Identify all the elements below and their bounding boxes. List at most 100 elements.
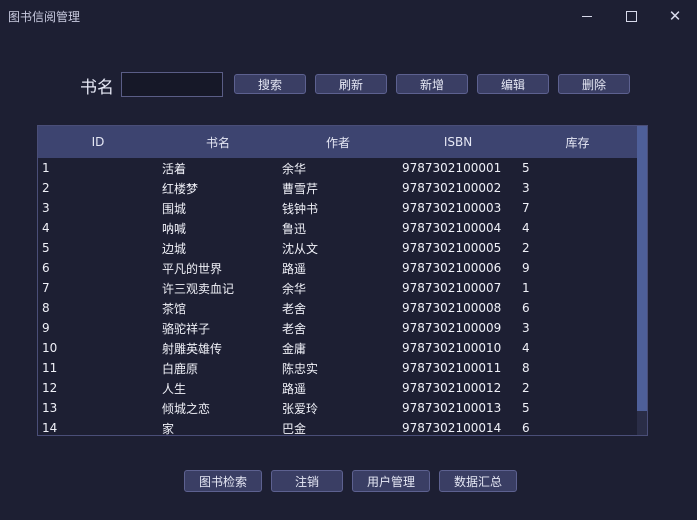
- table-row[interactable]: 4 呐喊 鲁迅 9787302100004 4: [38, 218, 637, 238]
- cell-author: 老舍: [282, 321, 307, 336]
- column-header-title[interactable]: 书名: [158, 126, 278, 158]
- cell-author: 钱钟书: [282, 201, 319, 216]
- add-button[interactable]: 新增: [396, 74, 468, 94]
- cell-author: 陈忠实: [282, 361, 319, 376]
- table-row[interactable]: 8 茶馆 老舍 9787302100008 6: [38, 298, 637, 318]
- table-row[interactable]: 5 边城 沈从文 9787302100005 2: [38, 238, 637, 258]
- cell-isbn: 9787302100010: [402, 341, 502, 355]
- cell-stock: 1: [522, 281, 530, 295]
- search-label: 书名: [80, 78, 114, 98]
- table-row[interactable]: 6 平凡的世界 路遥 9787302100006 9: [38, 258, 637, 278]
- cell-author: 巴金: [282, 421, 307, 436]
- cell-id: 10: [42, 341, 58, 355]
- cell-title: 白鹿原: [162, 361, 199, 376]
- cell-title: 红楼梦: [162, 181, 199, 196]
- cell-isbn: 9787302100001: [402, 161, 502, 175]
- data-summary-button[interactable]: 数据汇总: [439, 470, 517, 492]
- cell-author: 老舍: [282, 301, 307, 316]
- cell-title: 射雕英雄传: [162, 341, 223, 356]
- cell-title: 呐喊: [162, 221, 187, 236]
- table-row[interactable]: 13 倾城之恋 张爱玲 9787302100013 5: [38, 398, 637, 418]
- maximize-button[interactable]: [616, 4, 646, 28]
- cell-isbn: 9787302100011: [402, 361, 502, 375]
- cell-id: 2: [42, 181, 50, 195]
- minimize-button[interactable]: [572, 4, 602, 28]
- cell-author: 路遥: [282, 261, 307, 276]
- cell-stock: 5: [522, 161, 530, 175]
- close-button[interactable]: ✕: [660, 4, 690, 28]
- column-header-id[interactable]: ID: [38, 126, 158, 158]
- search-button[interactable]: 搜索: [234, 74, 306, 94]
- cell-title: 骆驼祥子: [162, 321, 211, 336]
- table-row[interactable]: 2 红楼梦 曹雪芹 9787302100002 3: [38, 178, 637, 198]
- cell-title: 围城: [162, 201, 187, 216]
- cell-title: 许三观卖血记: [162, 281, 235, 296]
- app-window: 图书信阅管理 ✕ 书名 搜索 刷新 新增 编辑 删除 ID 书名 作者 ISBN…: [0, 0, 697, 520]
- scrollbar-thumb[interactable]: [637, 126, 647, 411]
- cell-title: 家: [162, 421, 175, 436]
- cell-id: 1: [42, 161, 50, 175]
- cell-stock: 6: [522, 301, 530, 315]
- table-row[interactable]: 14 家 巴金 9787302100014 6: [38, 418, 637, 436]
- cell-title: 茶馆: [162, 301, 187, 316]
- table-scrollbar[interactable]: [637, 126, 647, 435]
- refresh-button[interactable]: 刷新: [315, 74, 387, 94]
- cell-title: 平凡的世界: [162, 261, 223, 276]
- cell-author: 余华: [282, 281, 307, 296]
- cell-stock: 4: [522, 341, 530, 355]
- cell-stock: 4: [522, 221, 530, 235]
- cell-author: 路遥: [282, 381, 307, 396]
- table-body: 1 活着 余华 9787302100001 5 2 红楼梦 曹雪芹 9787302100002…: [38, 158, 637, 436]
- cell-stock: 3: [522, 321, 530, 335]
- book-table[interactable]: ID 书名 作者 ISBN 库存 1 活着 余华 9787302100001 5 2 红楼…: [37, 125, 648, 436]
- column-header-stock[interactable]: 库存: [518, 126, 637, 158]
- cell-stock: 3: [522, 181, 530, 195]
- cell-title: 活着: [162, 161, 187, 176]
- cell-stock: 9: [522, 261, 530, 275]
- cell-isbn: 9787302100013: [402, 401, 502, 415]
- cell-id: 14: [42, 421, 58, 435]
- cell-isbn: 9787302100005: [402, 241, 502, 255]
- table-row[interactable]: 3 围城 钱钟书 9787302100003 7: [38, 198, 637, 218]
- table-row[interactable]: 1 活着 余华 9787302100001 5: [38, 158, 637, 178]
- cell-isbn: 9787302100008: [402, 301, 502, 315]
- maximize-icon: [625, 10, 637, 22]
- cell-isbn: 9787302100012: [402, 381, 502, 395]
- cell-id: 8: [42, 301, 50, 315]
- cell-id: 12: [42, 381, 58, 395]
- cell-isbn: 9787302100003: [402, 201, 502, 215]
- book-search-nav-button[interactable]: 图书检索: [184, 470, 262, 492]
- edit-button[interactable]: 编辑: [477, 74, 549, 94]
- cell-author: 金庸: [282, 341, 307, 356]
- cell-id: 6: [42, 261, 50, 275]
- table-row[interactable]: 12 人生 路遥 9787302100012 2: [38, 378, 637, 398]
- cell-stock: 2: [522, 241, 530, 255]
- table-row[interactable]: 7 许三观卖血记 余华 9787302100007 1: [38, 278, 637, 298]
- title-bar: 图书信阅管理 ✕: [0, 0, 697, 32]
- cell-title: 倾城之恋: [162, 401, 211, 416]
- cell-id: 3: [42, 201, 50, 215]
- cell-id: 11: [42, 361, 58, 375]
- search-input[interactable]: [121, 72, 223, 97]
- cell-isbn: 9787302100006: [402, 261, 502, 275]
- cell-author: 张爱玲: [282, 401, 319, 416]
- cell-isbn: 9787302100009: [402, 321, 502, 335]
- delete-button[interactable]: 删除: [558, 74, 630, 94]
- cell-isbn: 9787302100007: [402, 281, 502, 295]
- table-row[interactable]: 10 射雕英雄传 金庸 9787302100010 4: [38, 338, 637, 358]
- table-row[interactable]: 11 白鹿原 陈忠实 9787302100011 8: [38, 358, 637, 378]
- cell-title: 人生: [162, 381, 187, 396]
- column-header-author[interactable]: 作者: [278, 126, 398, 158]
- minimize-icon: [582, 15, 592, 17]
- cell-stock: 5: [522, 401, 530, 415]
- cell-author: 余华: [282, 161, 307, 176]
- cell-id: 4: [42, 221, 50, 235]
- cell-stock: 8: [522, 361, 530, 375]
- table-row[interactable]: 9 骆驼祥子 老舍 9787302100009 3: [38, 318, 637, 338]
- cell-id: 7: [42, 281, 50, 295]
- logout-button[interactable]: 注销: [271, 470, 343, 492]
- user-management-button[interactable]: 用户管理: [352, 470, 430, 492]
- cell-stock: 6: [522, 421, 530, 435]
- cell-author: 沈从文: [282, 241, 319, 256]
- column-header-isbn[interactable]: ISBN: [398, 126, 518, 158]
